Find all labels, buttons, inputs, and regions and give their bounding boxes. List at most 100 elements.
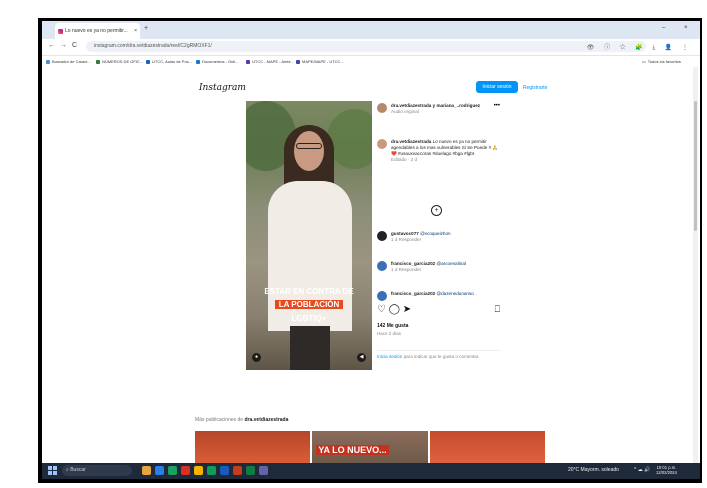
clock[interactable]: 10:01 p.m. 12/02/2024	[656, 465, 677, 475]
browser-tab-bar: Lo nuevo es ya no permitir... × + – ×	[42, 21, 700, 39]
bookmark-label: UTCC, Aulas de Pos...	[152, 59, 193, 64]
address-row: ← → C instagram.com/dra.vetdiazestrada/r…	[42, 39, 700, 56]
person-face	[294, 131, 324, 171]
tab-close-icon[interactable]: ×	[134, 28, 137, 34]
more-posts-user[interactable]: dra.vetdiazestrada	[244, 417, 288, 423]
bookmark-label: UTCC - MAPE - Ambi...	[252, 59, 294, 64]
toolbar-icons[interactable]: 👁 ⓘ ☆ 🧩 ⤓ 👤 ⋮	[587, 42, 692, 52]
register-link[interactable]: Registrarte	[523, 82, 547, 94]
bookmark-item[interactable]: UTCC - MAPE - Ambi...	[246, 59, 294, 64]
app-icon[interactable]	[207, 466, 216, 475]
comment-user[interactable]: gustavoc077	[391, 231, 419, 236]
comment-icon[interactable]: ◯	[389, 304, 400, 315]
commenter-avatar[interactable]	[377, 291, 387, 301]
instagram-favicon-icon	[58, 28, 63, 34]
app-icon[interactable]	[168, 466, 177, 475]
scrollbar-thumb[interactable]	[694, 101, 697, 231]
more-posts-grid: YA LO NUEVO...	[195, 431, 545, 463]
taskbar-search[interactable]: ⌕ Buscar	[62, 465, 132, 476]
comment-user[interactable]: francisco_garcia202	[391, 261, 435, 266]
start-button[interactable]	[48, 466, 57, 475]
back-button[interactable]: ←	[48, 42, 55, 49]
bookmark-item[interactable]: MAPE/MAPE - UTCC...	[296, 59, 344, 64]
bookmark-icon	[146, 59, 150, 64]
taskbar-search-label: Buscar	[70, 467, 86, 473]
post-actions: ♡ ◯ ➤	[377, 304, 411, 315]
windows-taskbar: ⌕ Buscar 20°C Mayorm. soleado ^ ☁ 🔊 10:0…	[42, 463, 700, 479]
taskbar-apps	[142, 466, 268, 475]
comment-user[interactable]: francisco_garcia202	[391, 291, 435, 296]
comment-meta[interactable]: 1 d Responder	[391, 267, 421, 272]
reel-video[interactable]: ESTAR EN CONTRA DE LA POBLACIÓN LGBTIQ+ …	[246, 101, 372, 370]
bookmark-label: MAPE/MAPE - UTCC...	[302, 59, 344, 64]
like-icon[interactable]: ♡	[377, 304, 386, 315]
reload-button[interactable]: C	[72, 42, 77, 49]
system-tray[interactable]: ^ ☁ 🔊	[634, 467, 650, 473]
forward-button[interactable]: →	[60, 42, 67, 49]
comment-mention[interactable]: @vcoqueizhon	[420, 231, 450, 236]
login-button[interactable]: Iniciar sesión	[476, 81, 518, 93]
bookmark-icon	[296, 59, 300, 64]
commenter-avatar[interactable]	[377, 231, 387, 241]
all-bookmarks[interactable]: ▭ Todos los favoritos	[642, 59, 681, 64]
all-bookmarks-label: Todos los favoritos	[647, 59, 681, 64]
person-glasses	[296, 143, 322, 149]
thumbnail-text: YA LO NUEVO...	[316, 445, 389, 455]
commenter-avatar[interactable]	[377, 261, 387, 271]
comment-mention[interactable]: @arcoenalinal	[436, 261, 465, 266]
post-thumbnail[interactable]: YA LO NUEVO...	[312, 431, 428, 463]
teams-icon[interactable]	[259, 466, 268, 475]
share-icon[interactable]: ➤	[403, 304, 411, 315]
load-more-comments-icon[interactable]: +	[431, 205, 442, 216]
login-prompt: Inicia sesión para indicar que te gusta …	[377, 350, 501, 360]
excel-icon[interactable]	[246, 466, 255, 475]
bookmark-icon	[46, 59, 50, 64]
post-age: Hace 2 días	[377, 331, 402, 336]
minimize-button[interactable]: –	[662, 25, 665, 31]
bookmark-item[interactable]: Buscador de Caract...	[46, 59, 91, 64]
instagram-logo[interactable]: Instagram	[199, 83, 246, 93]
screen: Lo nuevo es ya no permitir... × + – × ← …	[42, 21, 700, 479]
video-caption-line1: ESTAR EN CONTRA DE	[264, 287, 354, 296]
weather-widget[interactable]: 20°C Mayorm. soleado	[568, 467, 619, 473]
video-caption-line3: LGBTIQ+	[291, 314, 327, 323]
bookmark-item[interactable]: Documentos - Onli...	[196, 59, 238, 64]
clock-date: 12/02/2024	[656, 470, 677, 475]
app-icon[interactable]	[181, 466, 190, 475]
post-thumbnail[interactable]	[195, 431, 311, 463]
bookmark-item[interactable]: UTCC, Aulas de Pos...	[146, 59, 192, 64]
file-explorer-icon[interactable]	[142, 466, 151, 475]
author-avatar[interactable]	[377, 139, 387, 149]
tab-title: Lo nuevo es ya no permitir...	[65, 28, 128, 34]
video-caption-highlight: LA POBLACIÓN	[274, 300, 344, 309]
word-icon[interactable]	[220, 466, 229, 475]
likes-count[interactable]: 142 Me gusta	[377, 323, 408, 329]
bookmark-icon	[196, 59, 200, 64]
chrome-icon[interactable]	[194, 466, 203, 475]
bookmark-icon	[96, 59, 100, 64]
folder-icon: ▭	[642, 59, 646, 64]
user-tag-icon[interactable]: ●	[252, 353, 261, 362]
app-icon[interactable]	[155, 466, 164, 475]
comment-meta[interactable]: 1 d Responder	[391, 237, 421, 242]
more-posts-heading: Más publicaciones de dra.vetdiazestrada	[195, 417, 288, 423]
powerpoint-icon[interactable]	[233, 466, 242, 475]
header-users[interactable]: dra.vetdiazestrada y mariana_..rodriguez	[391, 103, 480, 108]
video-caption-line2: LA POBLACIÓN	[246, 300, 372, 309]
comment-mention[interactable]: @dazenedunanso	[436, 291, 473, 296]
url-input[interactable]: instagram.com/dra.vetdiazestrada/reel/C2…	[86, 41, 646, 52]
browser-tab[interactable]: Lo nuevo es ya no permitir... ×	[55, 23, 140, 39]
header-audio[interactable]: Audio original	[391, 109, 419, 114]
author-avatar[interactable]	[377, 103, 387, 113]
close-window-button[interactable]: ×	[684, 25, 688, 31]
post-thumbnail[interactable]	[429, 431, 545, 463]
mute-icon[interactable]: ◀	[357, 353, 366, 362]
caption-user[interactable]: dra.vetdiazestrada	[391, 139, 431, 144]
more-options-icon[interactable]: •••	[494, 103, 500, 109]
comments-panel: dra.vetdiazestrada y mariana_..rodriguez…	[372, 101, 506, 370]
new-tab-button[interactable]: +	[144, 25, 148, 32]
save-icon[interactable]: ⎕	[495, 304, 500, 315]
bookmark-icon	[246, 59, 250, 64]
bookmark-item[interactable]: NÚMEROS DE OFIC...	[96, 59, 143, 64]
login-link[interactable]: Inicia sesión	[377, 354, 402, 359]
